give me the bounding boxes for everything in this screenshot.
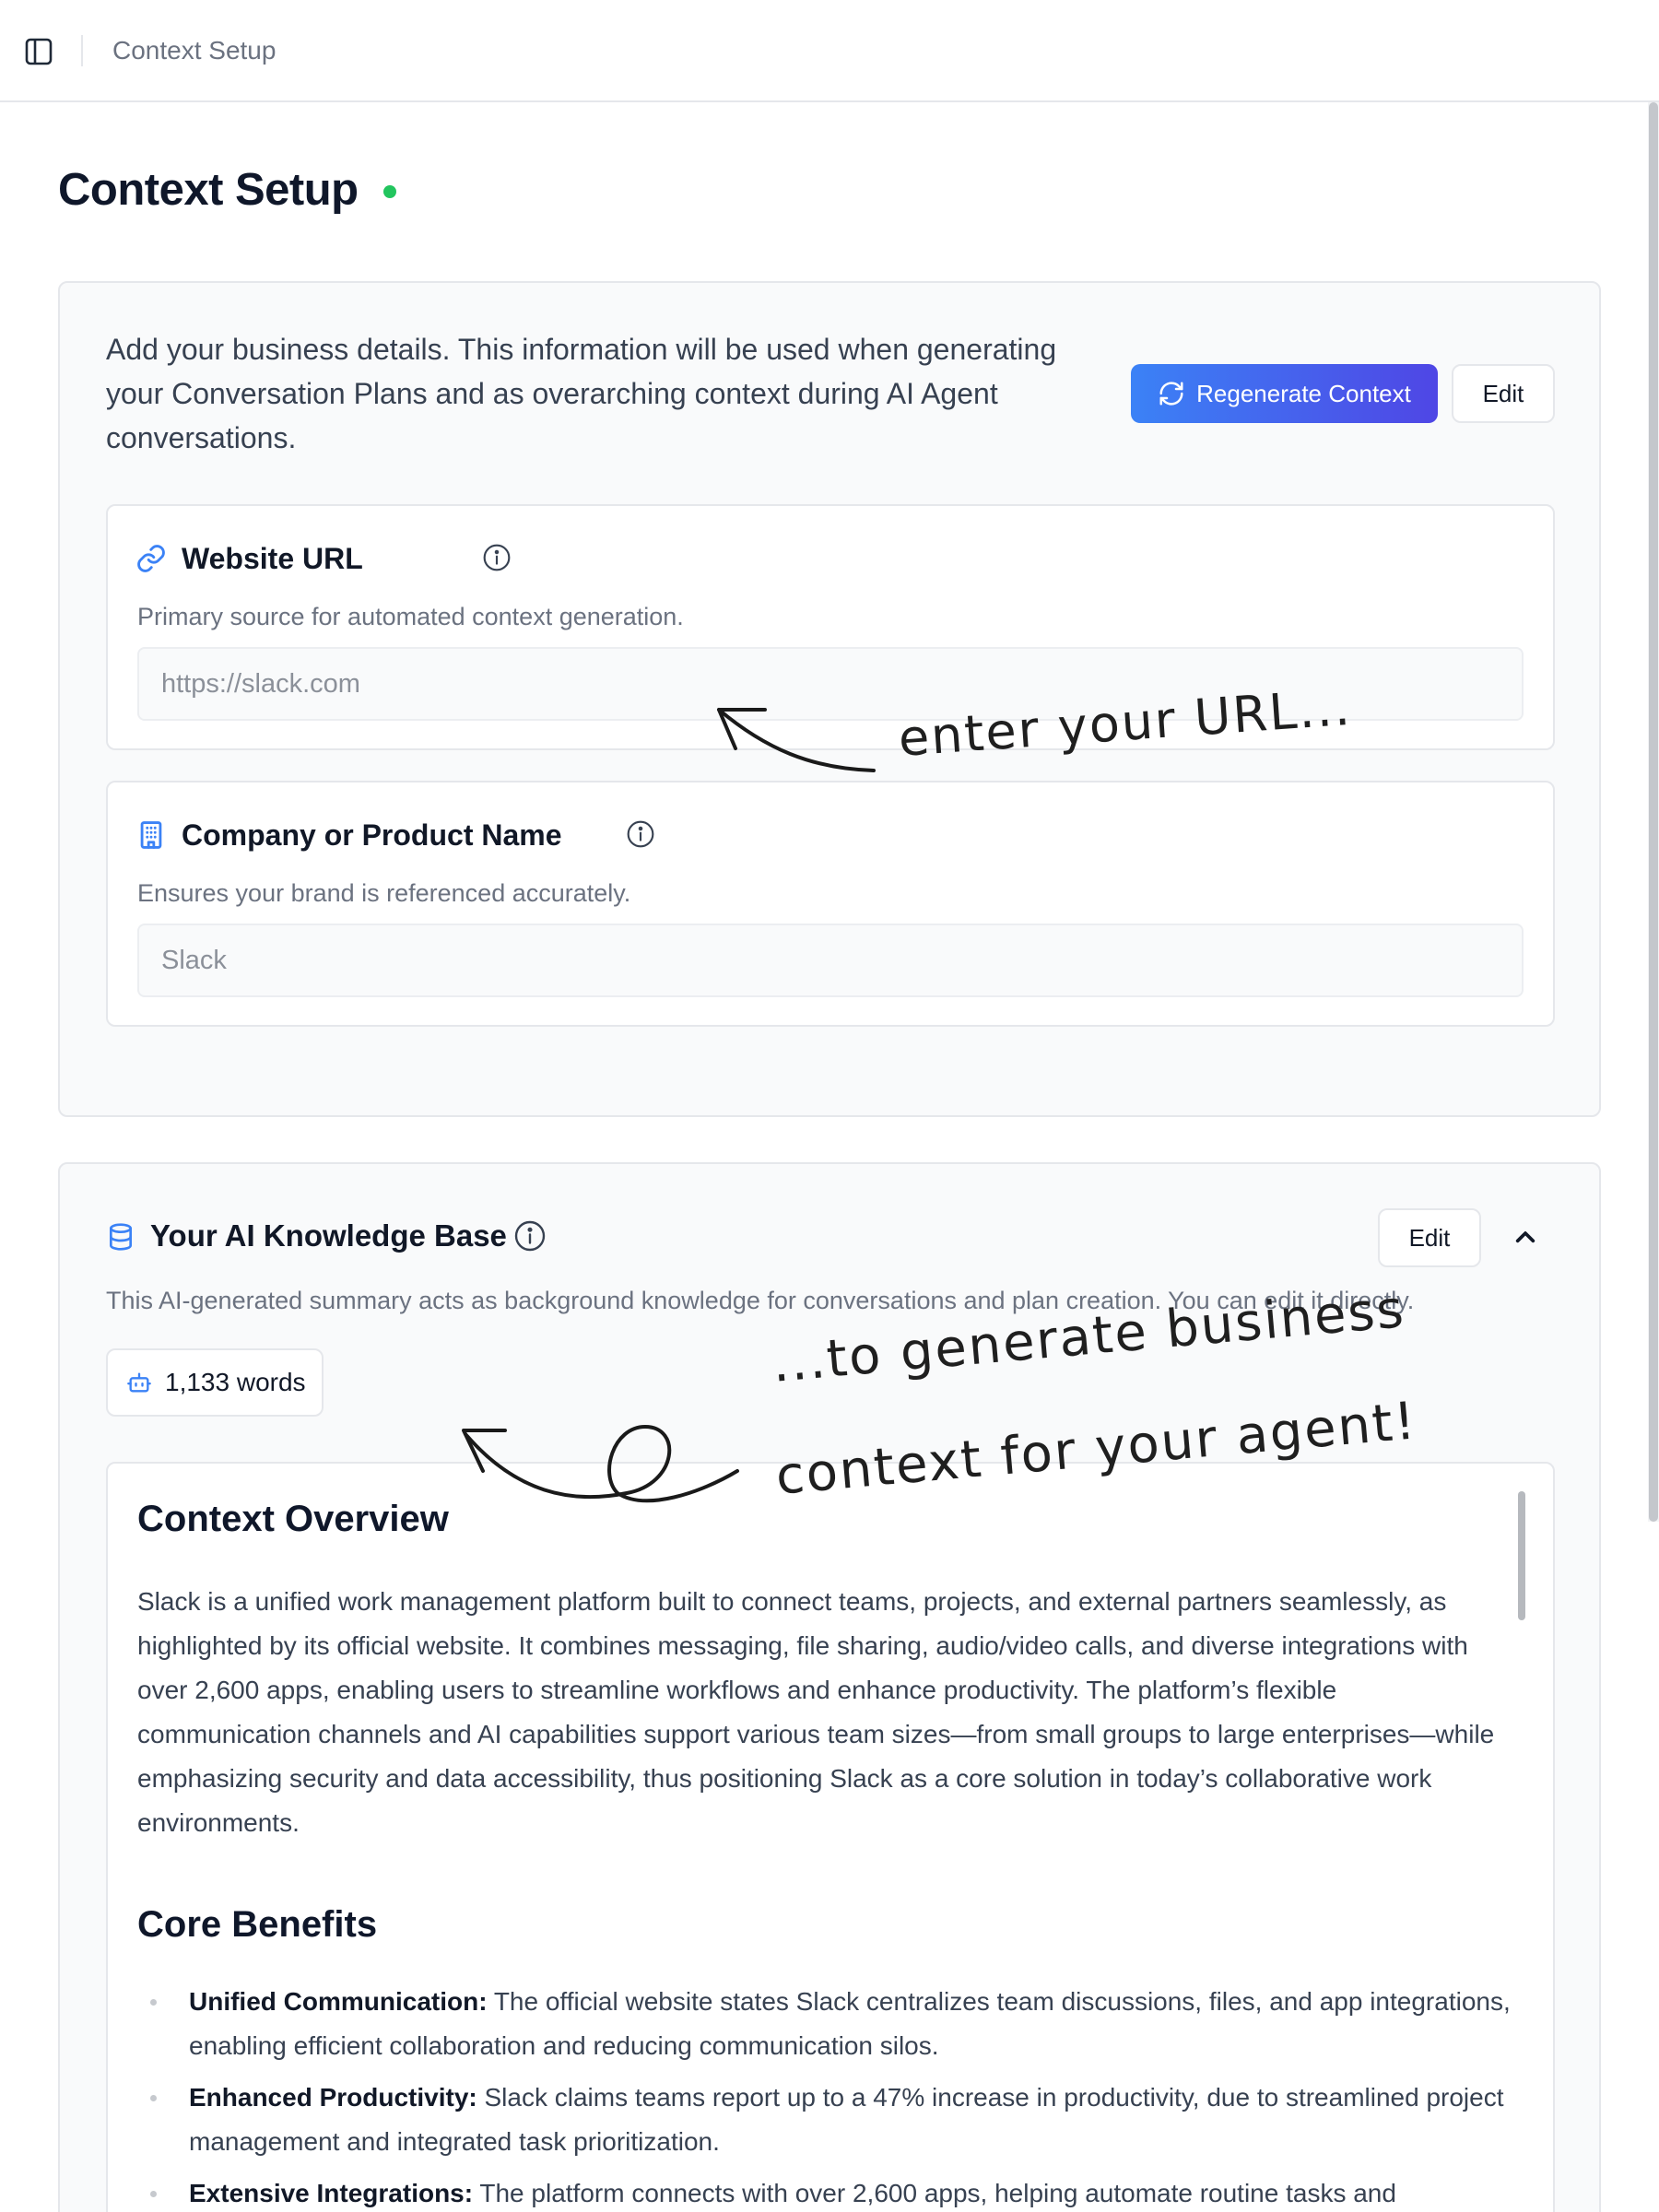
list-item: Extensive Integrations: The platform con… — [137, 2171, 1520, 2212]
company-name-label: Company or Product Name — [182, 818, 562, 852]
page-scrollbar[interactable] — [1648, 102, 1659, 1522]
page-title: Context Setup — [58, 165, 359, 215]
editor-scrollbar-thumb[interactable] — [1518, 1491, 1525, 1620]
edit-knowledge-base-button[interactable]: Edit — [1378, 1208, 1481, 1267]
context-setup-card: Add your business details. This informat… — [58, 281, 1601, 1117]
info-icon[interactable] — [626, 819, 655, 849]
knowledge-base-title: Your AI Knowledge Base — [150, 1218, 507, 1253]
refresh-icon — [1159, 382, 1183, 406]
list-item: Enhanced Productivity: Slack claims team… — [137, 2076, 1520, 2164]
word-count-badge: 1,133 words — [106, 1348, 324, 1417]
breadcrumb-title: Context Setup — [112, 36, 276, 65]
word-count: 1,133 words — [165, 1368, 306, 1396]
regenerate-label: Regenerate Context — [1196, 379, 1411, 407]
database-icon — [110, 1223, 132, 1251]
context-overview-heading: Context Overview — [137, 1499, 449, 1539]
benefit-title: Enhanced Productivity: — [189, 2083, 477, 2112]
website-url-help: Primary source for automated context gen… — [137, 603, 684, 630]
info-icon[interactable] — [482, 543, 512, 572]
company-name-input[interactable] — [137, 924, 1524, 997]
page-scrollbar-thumb[interactable] — [1649, 102, 1658, 1522]
building-icon — [140, 821, 162, 849]
core-benefits-heading: Core Benefits — [137, 1904, 378, 1945]
context-overview-text: Slack is a unified work management platf… — [137, 1587, 1495, 1837]
company-name-section: Company or Product Name Ensures your bra… — [106, 781, 1555, 1027]
robot-icon — [127, 1372, 151, 1393]
company-name-help: Ensures your brand is referenced accurat… — [137, 879, 631, 907]
benefits-list: Unified Communication: The official webs… — [137, 1980, 1520, 2212]
info-icon[interactable] — [513, 1219, 547, 1253]
regenerate-context-button[interactable]: Regenerate Context — [1131, 364, 1438, 423]
top-bar: Context Setup — [0, 0, 1659, 102]
benefit-text: The platform connects with over 2,600 ap… — [473, 2179, 1396, 2207]
chevron-up-icon[interactable] — [1507, 1219, 1544, 1256]
knowledge-base-editor[interactable]: Context Overview Slack is a unified work… — [106, 1462, 1555, 2212]
status-dot — [383, 185, 396, 198]
intro-text: Add your business details. This informat… — [106, 333, 1057, 454]
edit-context-button[interactable]: Edit — [1452, 364, 1555, 423]
link-icon — [137, 545, 165, 572]
sidebar-toggle-icon[interactable] — [24, 37, 55, 66]
list-item: Unified Communication: The official webs… — [137, 1980, 1520, 2068]
topbar-divider — [81, 35, 83, 66]
website-url-label: Website URL — [182, 542, 363, 575]
benefit-title: Extensive Integrations: — [189, 2179, 474, 2207]
benefit-title: Unified Communication: — [189, 1987, 488, 2016]
